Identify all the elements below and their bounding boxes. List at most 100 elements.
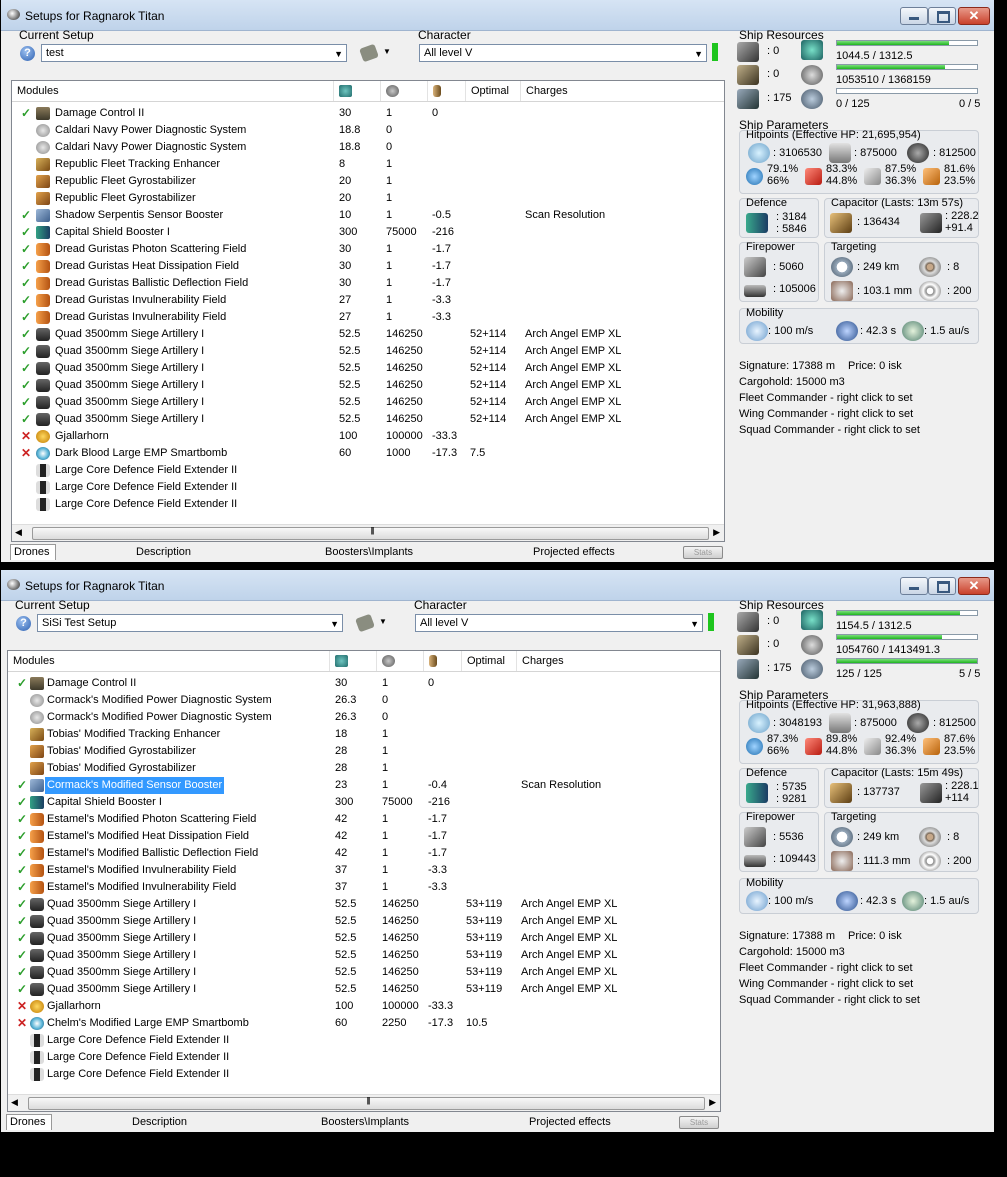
- capacitor-column[interactable]: [424, 651, 462, 671]
- powergrid-column[interactable]: [377, 651, 424, 671]
- active-check-icon[interactable]: ✓: [20, 394, 32, 411]
- offline-x-icon[interactable]: ✕: [20, 428, 32, 445]
- module-row[interactable]: ✓ Dread Guristas Invulnerability Field 27 1…: [12, 309, 724, 326]
- module-row[interactable]: Large Core Defence Field Extender II: [8, 1066, 720, 1083]
- active-check-icon[interactable]: ✓: [20, 343, 32, 360]
- module-row[interactable]: ✓ Quad 3500mm Siege Artillery I 52.5 146250…: [8, 896, 720, 913]
- wing-commander[interactable]: Wing Commander - right click to set: [739, 978, 913, 990]
- wing-commander[interactable]: Wing Commander - right click to set: [739, 408, 913, 420]
- offline-x-icon[interactable]: ✕: [16, 1015, 28, 1032]
- modules-column[interactable]: Modules: [8, 651, 330, 671]
- active-check-icon[interactable]: ✓: [16, 896, 28, 913]
- active-check-icon[interactable]: ✓: [20, 377, 32, 394]
- active-check-icon[interactable]: ✓: [20, 105, 32, 122]
- active-check-icon[interactable]: ✓: [20, 224, 32, 241]
- active-check-icon[interactable]: ✓: [16, 794, 28, 811]
- maximize-button[interactable]: [928, 7, 956, 25]
- module-row[interactable]: ✓ Damage Control II 30 1 0: [12, 105, 724, 122]
- module-row[interactable]: ✓ Quad 3500mm Siege Artillery I 52.5 146250…: [12, 411, 724, 428]
- module-row[interactable]: ✓ Quad 3500mm Siege Artillery I 52.5 146250…: [8, 947, 720, 964]
- optimal-column[interactable]: Optimal: [466, 81, 521, 101]
- charges-column[interactable]: Charges: [521, 81, 724, 101]
- help-icon[interactable]: ?: [16, 616, 31, 631]
- tab-boosters-implants[interactable]: Boosters\Implants: [321, 1114, 409, 1131]
- active-check-icon[interactable]: ✓: [20, 326, 32, 343]
- module-row[interactable]: ✓ Estamel's Modified Invulnerability Fiel…: [8, 879, 720, 896]
- active-check-icon[interactable]: ✓: [16, 845, 28, 862]
- module-row[interactable]: Republic Fleet Tracking Enhancer 8 1: [12, 156, 724, 173]
- module-row[interactable]: ✓ Quad 3500mm Siege Artillery I 52.5 146250…: [8, 930, 720, 947]
- help-icon[interactable]: ?: [20, 46, 35, 61]
- setup-select[interactable]: SiSi Test Setup ▼: [37, 614, 343, 632]
- active-check-icon[interactable]: ✓: [16, 913, 28, 930]
- module-row[interactable]: ✕ Gjallarhorn 100 100000 -33.3: [12, 428, 724, 445]
- active-check-icon[interactable]: ✓: [16, 964, 28, 981]
- squad-commander[interactable]: Squad Commander - right click to set: [739, 994, 920, 1006]
- offline-x-icon[interactable]: ✕: [16, 998, 28, 1015]
- active-check-icon[interactable]: ✓: [20, 258, 32, 275]
- active-check-icon[interactable]: ✓: [16, 777, 28, 794]
- title-bar[interactable]: Setups for Ragnarok Titan ✕: [1, 0, 994, 31]
- module-row[interactable]: ✓ Quad 3500mm Siege Artillery I 52.5 146250…: [8, 964, 720, 981]
- minimize-button[interactable]: [900, 7, 928, 25]
- charges-column[interactable]: Charges: [517, 651, 720, 671]
- module-row[interactable]: ✓ Quad 3500mm Siege Artillery I 52.5 146250…: [12, 377, 724, 394]
- module-row[interactable]: ✓ Cormack's Modified Sensor Booster 23 1 -0.…: [8, 777, 720, 794]
- close-button[interactable]: ✕: [958, 7, 990, 25]
- optimal-column[interactable]: Optimal: [462, 651, 517, 671]
- offline-x-icon[interactable]: ✕: [20, 445, 32, 462]
- active-check-icon[interactable]: ✓: [16, 828, 28, 845]
- module-row[interactable]: ✓ Capital Shield Booster I 300 75000 -216: [12, 224, 724, 241]
- module-row[interactable]: Tobias' Modified Gyrostabilizer 28 1: [8, 760, 720, 777]
- module-row[interactable]: ✓ Quad 3500mm Siege Artillery I 52.5 146250…: [8, 913, 720, 930]
- module-row[interactable]: Large Core Defence Field Extender II: [8, 1032, 720, 1049]
- squad-commander[interactable]: Squad Commander - right click to set: [739, 424, 920, 436]
- maximize-button[interactable]: [928, 577, 956, 595]
- scroll-thumb[interactable]: |||: [32, 526, 709, 540]
- setup-select[interactable]: test ▼: [41, 44, 347, 62]
- module-row[interactable]: Large Core Defence Field Extender II: [8, 1049, 720, 1066]
- active-check-icon[interactable]: ✓: [20, 207, 32, 224]
- module-row[interactable]: Large Core Defence Field Extender II: [12, 479, 724, 496]
- horizontal-scrollbar[interactable]: ◀ ||| ▶: [12, 524, 724, 541]
- active-check-icon[interactable]: ✓: [20, 275, 32, 292]
- close-button[interactable]: ✕: [958, 577, 990, 595]
- module-row[interactable]: Caldari Navy Power Diagnostic System 18.8…: [12, 122, 724, 139]
- module-row[interactable]: ✓ Quad 3500mm Siege Artillery I 52.5 146250…: [12, 326, 724, 343]
- module-row[interactable]: ✓ Quad 3500mm Siege Artillery I 52.5 146250…: [12, 394, 724, 411]
- active-check-icon[interactable]: ✓: [20, 292, 32, 309]
- tab-drones[interactable]: Drones: [10, 1114, 45, 1131]
- character-select[interactable]: All level V ▼: [415, 614, 703, 632]
- setup-tools-button[interactable]: ▼: [359, 43, 397, 64]
- module-row[interactable]: Cormack's Modified Power Diagnostic Syst…: [8, 709, 720, 726]
- active-check-icon[interactable]: ✓: [16, 947, 28, 964]
- tab-projected-effects[interactable]: Projected effects: [533, 544, 615, 561]
- active-check-icon[interactable]: ✓: [20, 241, 32, 258]
- module-row[interactable]: ✓ Quad 3500mm Siege Artillery I 52.5 146250…: [8, 981, 720, 998]
- module-row[interactable]: Tobias' Modified Tracking Enhancer 18 1: [8, 726, 720, 743]
- module-row[interactable]: Caldari Navy Power Diagnostic System 18.8…: [12, 139, 724, 156]
- tab-description[interactable]: Description: [132, 1114, 187, 1131]
- minimize-button[interactable]: [900, 577, 928, 595]
- module-row[interactable]: ✓ Damage Control II 30 1 0: [8, 675, 720, 692]
- active-check-icon[interactable]: ✓: [16, 811, 28, 828]
- active-check-icon[interactable]: ✓: [16, 879, 28, 896]
- module-row[interactable]: ✓ Estamel's Modified Heat Dissipation Fie…: [8, 828, 720, 845]
- active-check-icon[interactable]: ✓: [16, 981, 28, 998]
- tab-description[interactable]: Description: [136, 544, 191, 561]
- module-row[interactable]: ✓ Dread Guristas Invulnerability Field 27 1…: [12, 292, 724, 309]
- module-row[interactable]: ✓ Estamel's Modified Invulnerability Fiel…: [8, 862, 720, 879]
- cpu-column[interactable]: [334, 81, 381, 101]
- module-row[interactable]: Cormack's Modified Power Diagnostic Syst…: [8, 692, 720, 709]
- active-check-icon[interactable]: ✓: [20, 360, 32, 377]
- module-row[interactable]: ✕ Chelm's Modified Large EMP Smartbomb 60 2…: [8, 1015, 720, 1032]
- cpu-column[interactable]: [330, 651, 377, 671]
- horizontal-scrollbar[interactable]: ◀ ||| ▶: [8, 1094, 720, 1111]
- title-bar[interactable]: Setups for Ragnarok Titan ✕: [1, 570, 994, 601]
- module-row[interactable]: ✕ Gjallarhorn 100 100000 -33.3: [8, 998, 720, 1015]
- scroll-thumb[interactable]: |||: [28, 1096, 705, 1110]
- modules-column[interactable]: Modules: [12, 81, 334, 101]
- module-row[interactable]: Tobias' Modified Gyrostabilizer 28 1: [8, 743, 720, 760]
- module-row[interactable]: ✕ Dark Blood Large EMP Smartbomb 60 1000 -17…: [12, 445, 724, 462]
- module-row[interactable]: Republic Fleet Gyrostabilizer 20 1: [12, 173, 724, 190]
